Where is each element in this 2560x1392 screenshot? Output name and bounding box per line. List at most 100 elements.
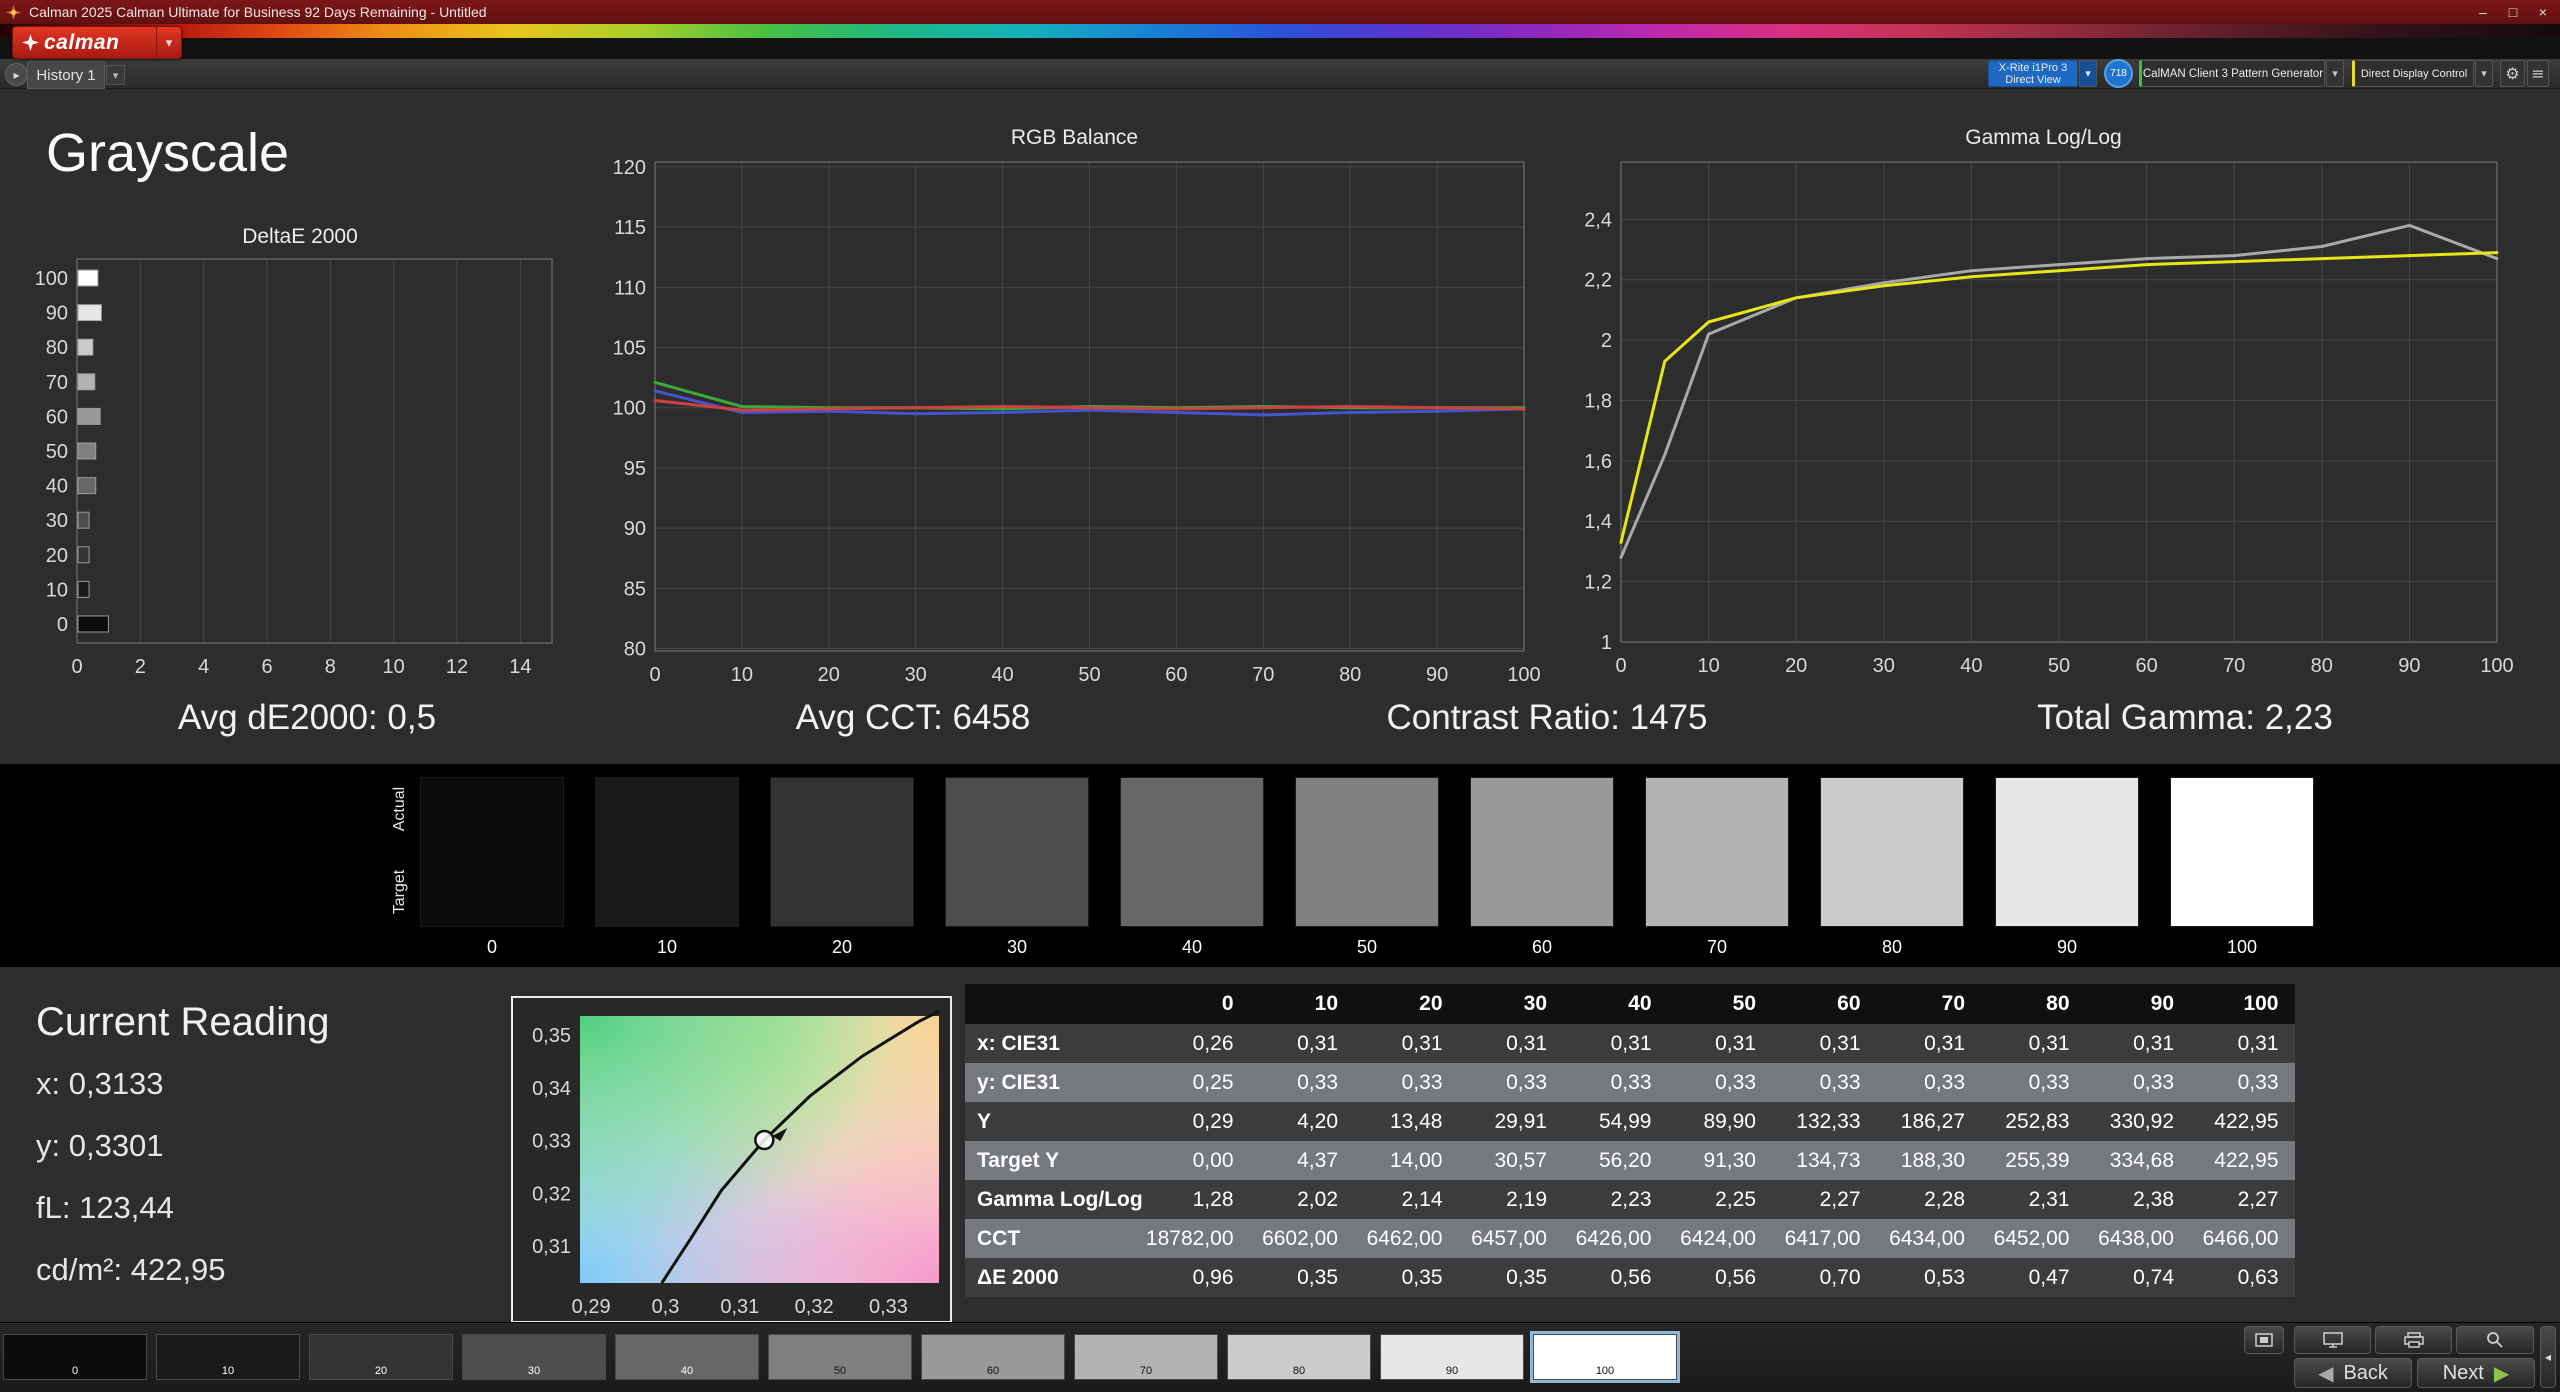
table-cell: 2,27 [2237,1187,2279,1211]
svg-text:80: 80 [1339,664,1361,686]
workflow-menu-icon[interactable]: ≡ [2527,60,2549,87]
meter-line1: X-Rite i1Pro 3 [1998,61,2068,74]
table-cell: 422,95 [2214,1148,2279,1172]
gray-step-label: 30 [527,1365,541,1377]
table-row-label: Gamma Log/Log [977,1187,1143,1211]
close-button[interactable]: × [2528,0,2558,24]
tab-history-1[interactable]: History 1 [27,61,105,89]
svg-text:90: 90 [2398,655,2420,677]
gray-step-button-100[interactable]: 100 [1533,1334,1677,1380]
meter-button[interactable]: X-Rite i1Pro 3 Direct View [1988,60,2078,87]
gamma-chart-canvas: 0 10 20 30 40 50 60 70 80 90 100 2,4 2,2 2 1,8 1,6 1,4 1,… [1584,161,2514,677]
gray-swatch-label: 30 [1006,937,1028,957]
table-cell: 6462,00 [1366,1226,1443,1250]
svg-text:0,31: 0,31 [720,1296,759,1318]
table-row: ΔE 2000 0,96 0,35 0,35 0,35 0,56 0,56 0,70 0,53 0… [965,1258,2295,1297]
gray-step-label: 0 [71,1365,79,1377]
back-arrow-icon: ◀ [2318,1361,2334,1385]
table-cell: 0,33 [1819,1070,1861,1094]
gray-step-button-40[interactable]: 40 [615,1334,759,1380]
gray-step-button-70[interactable]: 70 [1074,1334,1218,1380]
table-cell: 0,53 [1924,1265,1965,1289]
gray-swatch-patch [945,777,1089,927]
history-nav-button[interactable]: ▸ [5,63,28,86]
table-cell: 0,31 [1819,1031,1861,1055]
gray-step-button-30[interactable]: 30 [462,1334,606,1380]
current-reading-title: Current Reading [36,1000,330,1044]
next-button[interactable]: Next ▶ [2417,1358,2535,1388]
calman-menu-button[interactable]: calman ▾ [12,26,182,59]
pattern-window-icon [2255,1333,2273,1347]
svg-text:12: 12 [446,656,468,678]
svg-text:20: 20 [46,545,68,567]
gray-swatch-patch [1295,777,1439,927]
table-cell: 89,90 [1703,1109,1756,1133]
gray-swatch-label: 40 [1181,937,1203,957]
table-cell: 6434,00 [1889,1226,1965,1250]
zoom-view-button[interactable] [2456,1326,2534,1354]
table-cell: 0,56 [1610,1265,1652,1289]
svg-text:0,33: 0,33 [869,1296,908,1318]
gray-swatch-label: 10 [656,937,678,957]
stat-avg-cct: Avg CCT: 6458 [795,698,1031,737]
table-cell: 330,92 [2109,1109,2174,1133]
tab-list-caret-icon[interactable]: ▾ [106,65,125,85]
table-cell: 0,33 [1401,1070,1443,1094]
gray-step-button-10[interactable]: 10 [156,1334,300,1380]
gray-step-button-20[interactable]: 20 [309,1334,453,1380]
back-button[interactable]: ◀ Back [2294,1358,2412,1388]
gray-step-label: 100 [1595,1365,1615,1377]
pattern-window-button[interactable] [2244,1326,2284,1354]
table-cell: 0,31 [1506,1031,1547,1055]
table-cell: 6417,00 [1784,1226,1861,1250]
svg-text:90: 90 [624,518,646,540]
report-print-button[interactable] [2375,1326,2452,1354]
calman-app-icon [6,4,21,20]
table-row: Target Y 0,00 4,37 14,00 30,57 56,20 91,30 134,… [965,1141,2295,1180]
svg-text:70: 70 [1252,664,1274,686]
gray-swatch: 20 [770,777,914,958]
table-cell: 186,27 [1900,1109,1965,1133]
table-cell: 0,29 [1192,1109,1234,1133]
table-cell: 422,95 [2214,1109,2279,1133]
gray-step-button-80[interactable]: 80 [1227,1334,1371,1380]
table-cell: 2,14 [1401,1187,1443,1211]
svg-text:0,31: 0,31 [532,1236,571,1258]
gray-step-label: 70 [1139,1365,1153,1377]
table-cell: 255,39 [2005,1148,2070,1172]
pattern-generator-caret-icon[interactable]: ▾ [2326,60,2344,87]
gray-step-button-50[interactable]: 50 [768,1334,912,1380]
table-row: y: CIE31 0,25 0,33 0,33 0,33 0,33 0,33 0,33 0,33… [965,1063,2295,1102]
drawer-collapse-button[interactable]: ◂ [2540,1326,2556,1388]
table-cell: 0,63 [2237,1265,2279,1289]
logo-row [0,38,2560,59]
gamma-chart: Gamma Log/Log 0 10 20 30 40 50 60 70 80 90 100 2,4 2… [1555,126,2532,697]
gray-step-button-60[interactable]: 60 [921,1334,1065,1380]
svg-text:1,8: 1,8 [1584,390,1612,412]
pattern-generator-button[interactable]: CalMAN Client 3 Pattern Generator [2139,60,2325,87]
meter-dropdown-caret-icon[interactable]: ▾ [2079,60,2097,87]
display-control-button[interactable]: Direct Display Control [2352,60,2474,87]
table-cell: 0,31 [2028,1031,2070,1055]
minimize-button[interactable]: – [2468,0,2498,24]
svg-text:50: 50 [1078,664,1100,686]
table-cell: 4,20 [1297,1109,1338,1133]
svg-text:2,2: 2,2 [1584,270,1612,292]
svg-text:70: 70 [46,372,68,394]
svg-text:0: 0 [57,614,68,636]
table-cell: 0,33 [1297,1070,1338,1094]
table-cell: 2,27 [1819,1187,1861,1211]
table-header-row: 0 10 20 30 40 50 60 70 80 90 100 [965,984,2295,1024]
display-view-button[interactable] [2294,1326,2371,1354]
svg-text:90: 90 [1426,664,1448,686]
deltae-chart: DeltaE 2000 0 2 4 6 8 10 12 14 100 90 80 70 60 50 40 30… [20,225,580,695]
maximize-button[interactable]: □ [2498,0,2528,24]
gray-step-button-0[interactable]: 0 [3,1334,147,1380]
svg-text:0,29: 0,29 [572,1296,611,1318]
display-control-caret-icon[interactable]: ▾ [2475,60,2493,87]
gray-swatch-label: 70 [1706,937,1728,957]
stat-total-gamma: Total Gamma: 2,23 [2037,698,2333,737]
calman-menu-caret-icon[interactable]: ▾ [156,27,181,58]
settings-gear-icon[interactable]: ⚙ [2500,60,2525,87]
gray-step-button-90[interactable]: 90 [1380,1334,1524,1380]
